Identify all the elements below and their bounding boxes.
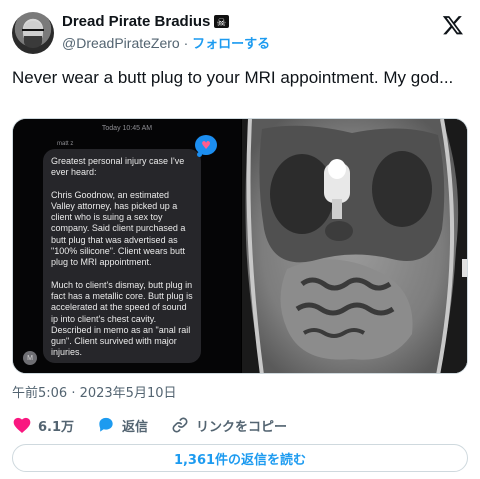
message-sender: matt z xyxy=(57,141,74,147)
reply-bubble-icon xyxy=(99,417,113,432)
message-time-header: Today 10:45 AM xyxy=(101,125,153,132)
read-replies-button[interactable]: 1,361件の返信を読む xyxy=(12,444,468,472)
author-name-row[interactable]: Dread Pirate Bradius xyxy=(62,12,270,32)
message-paragraph: Much to client's dismay, butt plug in fa… xyxy=(51,279,193,358)
follow-button[interactable]: フォローする xyxy=(192,37,270,52)
heart-icon: ♥ xyxy=(195,135,217,157)
message-paragraph: Chris Goodnow, an estimated Valley attor… xyxy=(51,189,186,268)
tweet-actions: 6.1万 返信 リンクをコピー xyxy=(12,413,309,437)
tweet-timestamp[interactable]: 午前5:06 · 2023年5月10日 xyxy=(12,382,177,401)
tweet-media[interactable]: Today 10:45 AM matt z Greatest personal … xyxy=(12,118,468,374)
heart-icon xyxy=(13,417,31,433)
pirate-flag-icon xyxy=(214,13,230,32)
ct-scan-image xyxy=(242,119,467,373)
separator-dot: · xyxy=(183,35,189,51)
link-icon xyxy=(172,417,188,433)
tweet-text: Never wear a butt plug to your MRI appoi… xyxy=(12,68,454,87)
copy-link-button[interactable]: リンクをコピー xyxy=(170,415,287,435)
copy-link-label: リンクをコピー xyxy=(196,419,288,435)
message-paragraph: Greatest personal injury case I've ever … xyxy=(51,156,185,178)
reply-button[interactable]: 返信 xyxy=(96,415,148,435)
message-bubble: Greatest personal injury case I've ever … xyxy=(43,149,201,363)
sender-avatar: M xyxy=(23,351,37,365)
reply-label: 返信 xyxy=(122,419,149,435)
avatar[interactable] xyxy=(12,12,54,54)
author-handle[interactable]: @DreadPirateZero xyxy=(62,35,180,51)
tweet-header: Dread Pirate Bradius @DreadPirateZero · … xyxy=(12,10,468,56)
author-display-name[interactable]: Dread Pirate Bradius xyxy=(62,12,210,31)
author-block: Dread Pirate Bradius @DreadPirateZero · … xyxy=(62,12,270,55)
handle-row: @DreadPirateZero · フォローする xyxy=(62,33,270,55)
message-screenshot: Today 10:45 AM matt z Greatest personal … xyxy=(13,119,241,373)
like-count: 6.1万 xyxy=(38,419,75,435)
x-logo-icon[interactable] xyxy=(442,14,464,36)
like-button[interactable]: 6.1万 xyxy=(12,415,74,435)
